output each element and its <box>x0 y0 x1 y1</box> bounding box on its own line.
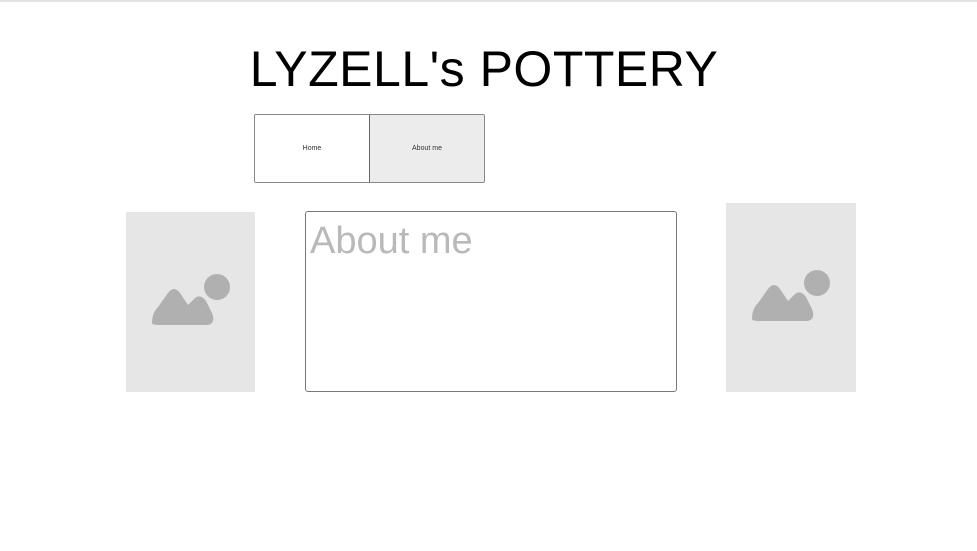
page: LYZELL's POTTERY Home About me About me <box>0 0 977 551</box>
top-divider <box>0 0 977 2</box>
site-title: LYZELL's POTTERY <box>249 41 719 97</box>
image-icon <box>151 274 230 325</box>
nav-tab-about-me[interactable]: About me <box>370 115 484 182</box>
image-icon <box>752 269 830 321</box>
about-content-box: About me <box>305 211 677 392</box>
nav-tab-home[interactable]: Home <box>255 115 370 182</box>
image-placeholder-left <box>126 212 255 392</box>
about-heading: About me <box>310 220 473 262</box>
nav-bar: Home About me <box>254 114 485 183</box>
image-placeholder-right <box>726 203 856 392</box>
